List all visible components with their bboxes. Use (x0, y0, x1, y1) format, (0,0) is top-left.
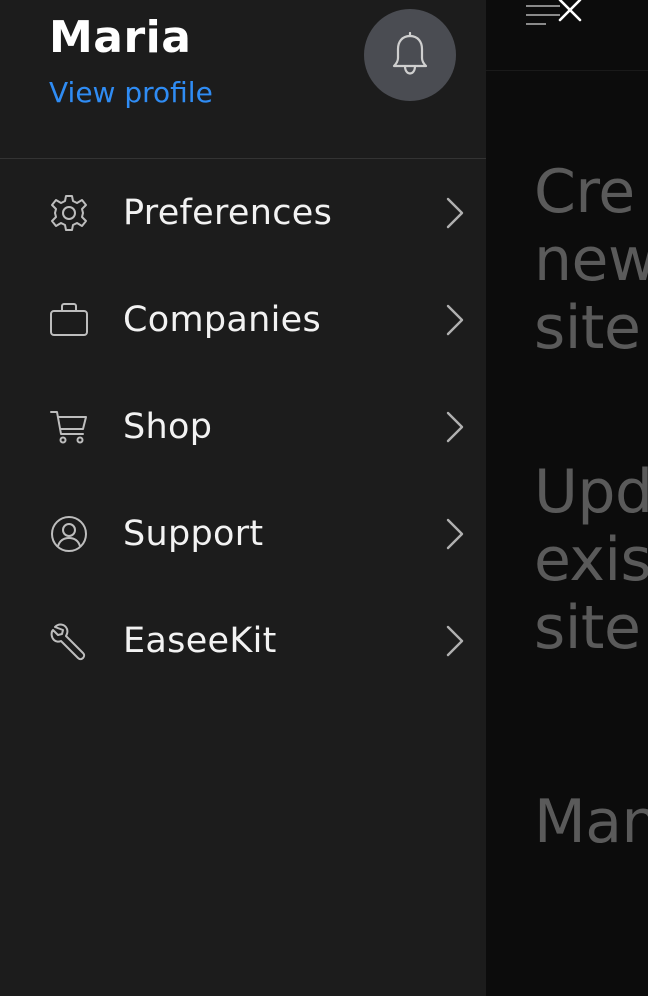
wrench-icon (48, 620, 90, 662)
menu-item-shop[interactable]: Shop (0, 373, 486, 480)
gear-icon (48, 192, 90, 234)
chevron-right-icon (446, 625, 464, 656)
chevron-right-icon (446, 411, 464, 442)
bell-icon (392, 32, 428, 75)
menu-item-label: Companies (123, 299, 321, 340)
drawer-header: Maria View profile (0, 0, 486, 159)
background-top-bar (486, 0, 648, 71)
hamburger-icon[interactable] (526, 4, 560, 26)
app-screen: Cre new site Upd exis site Man Maria Vie… (0, 0, 648, 996)
background-page: Cre new site Upd exis site Man (486, 0, 648, 996)
chevron-right-icon (446, 304, 464, 335)
close-icon[interactable] (556, 0, 584, 24)
menu-item-label: Shop (123, 406, 213, 447)
view-profile-link[interactable]: View profile (49, 76, 213, 109)
update-existing-site-heading: Upd exis site (534, 457, 648, 663)
menu-item-label: EaseeKit (123, 620, 277, 661)
support-agent-icon (48, 513, 90, 555)
menu-item-label: Preferences (123, 192, 333, 233)
menu-item-companies[interactable]: Companies (0, 266, 486, 373)
briefcase-icon (48, 299, 90, 341)
chevron-right-icon (446, 197, 464, 228)
menu-item-support[interactable]: Support (0, 480, 486, 587)
drawer-menu: Preferences Companies Shop Support Easee… (0, 159, 486, 694)
user-name: Maria (49, 12, 192, 63)
notifications-button[interactable] (364, 9, 456, 101)
menu-item-easeekit[interactable]: EaseeKit (0, 587, 486, 694)
menu-item-preferences[interactable]: Preferences (0, 159, 486, 266)
menu-item-label: Support (123, 513, 264, 554)
navigation-drawer: Maria View profile Preferences Companies… (0, 0, 486, 996)
chevron-right-icon (446, 518, 464, 549)
create-new-site-heading: Cre new site (534, 157, 648, 363)
manage-heading: Man (534, 787, 648, 857)
cart-icon (48, 406, 90, 448)
